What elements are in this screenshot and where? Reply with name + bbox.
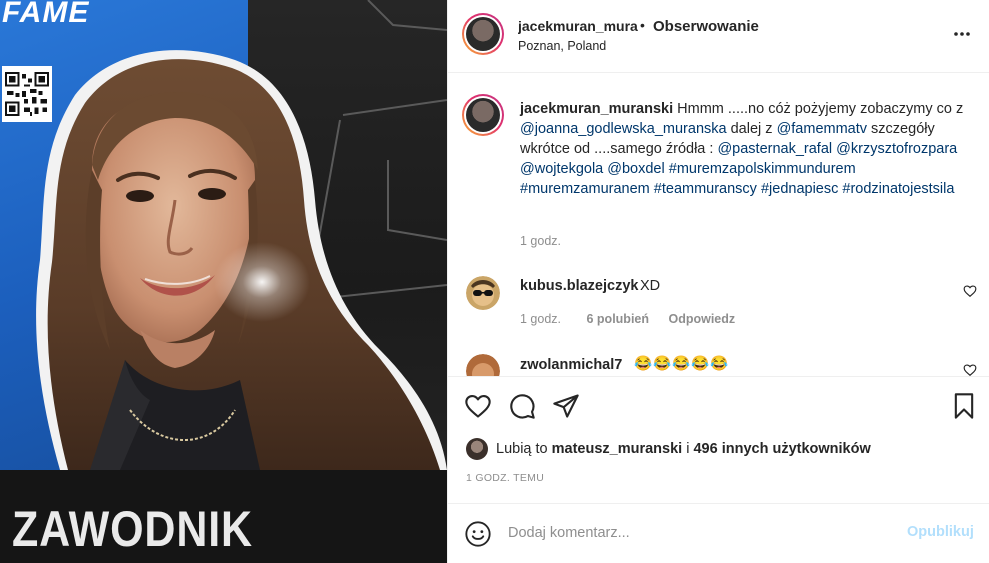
hashtag-link[interactable]: #rodzinatojestsila bbox=[842, 181, 954, 197]
caption-text: Hmmm .....no cóż pożyjemy zobaczymy co z bbox=[673, 101, 964, 117]
action-bar bbox=[448, 376, 989, 434]
comment-avatar[interactable] bbox=[466, 354, 500, 376]
woman-portrait bbox=[36, 50, 447, 470]
caption-time[interactable]: 1 godz. bbox=[520, 234, 561, 248]
mention-link[interactable]: @krzysztofrozpara bbox=[836, 141, 957, 157]
mention-link[interactable]: @famemmatv bbox=[777, 121, 867, 137]
comment-username[interactable]: zwolanmichal7 bbox=[520, 357, 622, 373]
author-username[interactable]: jacekmuran_muranski bbox=[518, 18, 638, 34]
caption-username[interactable]: jacekmuran_muranski bbox=[520, 101, 673, 117]
likes-text: Lubią to mateusz_muranski i 496 innych u… bbox=[496, 441, 871, 457]
share-icon[interactable] bbox=[552, 392, 580, 420]
post-location[interactable]: Poznan, Poland bbox=[518, 39, 606, 53]
bookmark-icon[interactable] bbox=[950, 392, 978, 420]
comment-username[interactable]: kubus.blazejczyk bbox=[520, 278, 638, 294]
post-side-panel: jacekmuran_muranski • Obserwowanie Pozna… bbox=[447, 0, 989, 563]
likes-summary[interactable]: Lubią to mateusz_muranski i 496 innych u… bbox=[466, 437, 986, 463]
post-photo[interactable]: FAME ZAWODNIK bbox=[0, 0, 447, 563]
post-caption: jacekmuran_muranski Hmmm .....no cóż poż… bbox=[520, 99, 980, 199]
comment-time[interactable]: 1 godz. bbox=[520, 312, 561, 326]
more-icon[interactable] bbox=[950, 22, 974, 46]
hashtag-link[interactable]: #muremzapolskimmundurem bbox=[669, 161, 856, 177]
author-avatar[interactable] bbox=[462, 13, 504, 55]
mention-link[interactable]: @pasternak_rafal bbox=[717, 141, 832, 157]
emoji-icon[interactable] bbox=[464, 520, 492, 548]
post-timestamp[interactable]: 1 GODZ. TEMU bbox=[466, 472, 544, 484]
mention-link[interactable]: @boxdel bbox=[607, 161, 664, 177]
liker-avatar[interactable] bbox=[466, 438, 488, 460]
caption-author-avatar[interactable] bbox=[462, 94, 504, 136]
comments-list[interactable]: jacekmuran_muranski Hmmm .....no cóż poż… bbox=[448, 73, 989, 376]
hashtag-link[interactable]: #muremzamuranem bbox=[520, 181, 650, 197]
comment-meta: 1 godz. 6 polubień Odpowiedz bbox=[520, 312, 747, 326]
heart-icon[interactable] bbox=[464, 392, 492, 420]
banner-text: ZAWODNIK bbox=[12, 501, 253, 557]
following-button[interactable]: Obserwowanie bbox=[653, 18, 759, 35]
reply-button[interactable]: Odpowiedz bbox=[668, 312, 735, 326]
separator-dot: • bbox=[640, 17, 645, 33]
comment-avatar[interactable] bbox=[466, 276, 500, 310]
comment-like-heart-icon[interactable] bbox=[963, 363, 977, 376]
mention-link[interactable]: @joanna_godlewska_muranska bbox=[520, 121, 727, 137]
comment-input[interactable] bbox=[508, 521, 888, 545]
comment-text: 😂😂😂😂😂 bbox=[634, 356, 730, 372]
likes-count[interactable]: 496 innych użytkowników bbox=[693, 441, 870, 457]
add-comment-bar: Opublikuj bbox=[448, 503, 989, 563]
caption-text: dalej z bbox=[726, 121, 777, 137]
liker-username[interactable]: mateusz_muranski bbox=[552, 441, 683, 457]
mention-link[interactable]: @wojtekgola bbox=[520, 161, 603, 177]
comment-like-heart-icon[interactable] bbox=[963, 284, 977, 298]
publish-button[interactable]: Opublikuj bbox=[907, 524, 974, 540]
comment-text: XD bbox=[640, 278, 661, 294]
hashtag-link[interactable]: #jednapiesc bbox=[761, 181, 838, 197]
hashtag-link[interactable]: #teammuranscy bbox=[654, 181, 757, 197]
post-header: jacekmuran_muranski • Obserwowanie Pozna… bbox=[448, 0, 989, 73]
comment-likes[interactable]: 6 polubień bbox=[587, 312, 650, 326]
comment-icon[interactable] bbox=[508, 392, 536, 420]
